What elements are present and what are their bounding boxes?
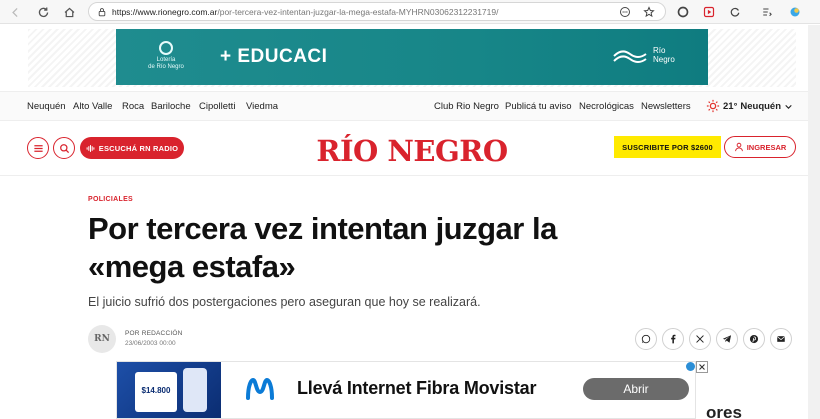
ad-close-button[interactable] xyxy=(696,361,708,373)
back-button[interactable] xyxy=(6,3,24,21)
ad-text: Llevá Internet Fibra Movistar xyxy=(297,378,537,398)
weather-widget[interactable]: 21° Neuquén xyxy=(706,99,793,113)
url-path: /por-tercera-vez-intentan-juzgar-la-mega… xyxy=(217,6,499,17)
telegram-icon xyxy=(722,335,732,343)
weather-city: Neuquén xyxy=(740,100,782,112)
extension-button[interactable] xyxy=(726,3,744,21)
reader-mode-button[interactable] xyxy=(616,3,634,21)
address-bar[interactable]: https://www.rionegro.com.ar/por-tercera-… xyxy=(88,2,666,21)
email-icon xyxy=(777,336,785,342)
close-icon xyxy=(699,364,705,370)
side-content-text: ores xyxy=(706,403,742,419)
bottom-ad-banner[interactable]: $14.800 Llevá Internet Fibra Movistar Ab… xyxy=(116,361,696,419)
author-avatar: RN xyxy=(88,325,116,353)
article-headline: Por tercera vez intentan juzgar la «mega… xyxy=(88,210,648,286)
top-navigation: Neuquén Alto Valle Roca Bariloche Cipoll… xyxy=(0,91,808,121)
loteria-line1: Lotería xyxy=(156,57,176,63)
share-email-button[interactable] xyxy=(770,328,792,350)
top-ad-banner[interactable]: Lotería de Río Negro + EDUCACI Río Negro xyxy=(116,29,708,85)
ad-phone-image xyxy=(183,368,207,412)
nav-club-rio-negro[interactable]: Club Rio Negro xyxy=(434,101,499,112)
whatsapp-icon xyxy=(641,334,651,344)
movistar-logo-icon xyxy=(246,377,274,400)
home-icon xyxy=(64,7,74,17)
article-author: POR REDACCIÓN xyxy=(125,330,183,337)
radio-label: ESCUCHÁ RN RADIO xyxy=(98,143,179,153)
ad-thumbnail: $14.800 xyxy=(117,362,221,418)
star-icon xyxy=(643,6,655,18)
web-page: Lotería de Río Negro + EDUCACI Río Negro… xyxy=(0,25,808,419)
extension-button[interactable] xyxy=(700,3,718,21)
play-icon xyxy=(703,6,715,18)
record-icon xyxy=(677,6,689,18)
collections-icon xyxy=(763,8,772,17)
login-label: INGRESAR xyxy=(746,142,787,152)
sun-icon xyxy=(706,99,720,113)
rio-negro-gov-logo: Río Negro xyxy=(612,44,675,66)
article-date: 23/06/2003 00:00 xyxy=(125,340,176,347)
nav-bariloche[interactable]: Bariloche xyxy=(151,101,191,112)
chevron-down-icon xyxy=(785,104,792,109)
rio-negro-line1: Río xyxy=(653,46,666,55)
nav-alto-valle[interactable]: Alto Valle xyxy=(73,101,112,112)
home-button[interactable] xyxy=(60,3,78,21)
site-logo[interactable]: RÍO NEGRO xyxy=(290,134,534,168)
url-domain: https://www.rionegro.com.ar xyxy=(112,6,218,17)
pinterest-icon xyxy=(749,334,759,344)
nav-newsletters[interactable]: Newsletters xyxy=(641,101,691,112)
loteria-mark-icon xyxy=(159,41,173,55)
nav-necrologicas[interactable]: Necrológicas xyxy=(579,101,634,112)
more-circle-icon xyxy=(620,7,630,17)
weather-temp: 21° xyxy=(723,100,738,112)
ad-title: + EDUCACI xyxy=(220,46,328,67)
rio-negro-line2: Negro xyxy=(653,55,675,64)
nav-cipolletti[interactable]: Cipolletti xyxy=(199,101,235,112)
nav-neuquen[interactable]: Neuquén xyxy=(27,101,66,112)
x-icon xyxy=(696,335,704,343)
wave-logo-icon xyxy=(613,50,647,63)
share-x-button[interactable] xyxy=(689,328,711,350)
share-facebook-button[interactable] xyxy=(662,328,684,350)
share-whatsapp-button[interactable] xyxy=(635,328,657,350)
search-icon xyxy=(59,143,69,153)
edge-copilot-button[interactable] xyxy=(786,3,804,21)
facebook-icon xyxy=(671,334,676,344)
share-pinterest-button[interactable] xyxy=(743,328,765,350)
article-category[interactable]: POLICIALES xyxy=(88,196,133,203)
headline-line: Por tercera vez intentan juzgar la xyxy=(88,211,557,246)
subscribe-button[interactable]: SUSCRIBITE POR $2600 xyxy=(614,136,721,158)
loteria-line2: de Río Negro xyxy=(148,64,184,70)
browser-toolbar: https://www.rionegro.com.ar/por-tercera-… xyxy=(0,0,820,24)
radio-button[interactable]: ESCUCHÁ RN RADIO xyxy=(80,137,184,159)
ad-price-card: $14.800 xyxy=(135,372,177,412)
user-icon xyxy=(734,142,743,152)
reload-icon xyxy=(38,6,48,17)
site-info-icon[interactable] xyxy=(97,7,107,17)
reload-button[interactable] xyxy=(34,3,52,21)
share-telegram-button[interactable] xyxy=(716,328,738,350)
nav-publica-aviso[interactable]: Publicá tu aviso xyxy=(505,101,572,112)
arrow-left-icon xyxy=(11,7,18,17)
refresh-icon xyxy=(730,7,740,17)
nav-viedma[interactable]: Viedma xyxy=(246,101,278,112)
article-subhead: El juicio sufrió dos postergaciones pero… xyxy=(88,295,481,309)
favorite-button[interactable] xyxy=(640,3,658,21)
ad-info-icon[interactable] xyxy=(686,362,695,371)
scrollbar[interactable] xyxy=(808,25,820,419)
collections-button[interactable] xyxy=(758,3,776,21)
hamburger-icon xyxy=(33,144,43,152)
extension-button[interactable] xyxy=(674,3,692,21)
login-button[interactable]: INGRESAR xyxy=(724,136,796,158)
ad-open-button[interactable]: Abrir xyxy=(583,378,689,400)
site-header: ESCUCHÁ RN RADIO RÍO NEGRO SUSCRIBITE PO… xyxy=(0,122,808,176)
headline-line: «mega estafa» xyxy=(88,249,296,284)
nav-roca[interactable]: Roca xyxy=(122,101,144,112)
copilot-icon xyxy=(790,7,800,17)
audio-wave-icon xyxy=(86,144,95,152)
menu-button[interactable] xyxy=(27,137,49,159)
search-button[interactable] xyxy=(53,137,75,159)
loteria-logo: Lotería de Río Negro xyxy=(146,41,186,75)
